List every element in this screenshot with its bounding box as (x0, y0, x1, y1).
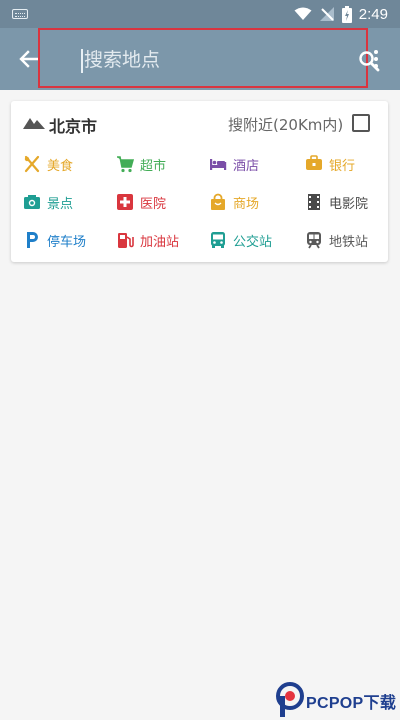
category-label: 电影院 (329, 196, 369, 212)
category-label: 公交站 (233, 234, 273, 250)
status-icons: 2:49 (294, 4, 388, 24)
battery-icon (341, 5, 352, 23)
status-time: 2:49 (358, 5, 388, 23)
category-supermarket[interactable]: 超市 (104, 145, 197, 183)
pcpop-logo-icon (276, 682, 304, 717)
more-vert-icon (374, 50, 378, 54)
cart-icon (117, 156, 134, 173)
category-gas-station[interactable]: 加油站 (104, 221, 197, 259)
film-icon (308, 194, 320, 210)
category-label: 银行 (329, 158, 356, 174)
category-label: 超市 (140, 158, 167, 174)
category-mall[interactable]: 商场 (197, 183, 293, 221)
overflow-menu-button[interactable] (366, 44, 386, 74)
bus-icon (211, 232, 225, 248)
card-header: 北京市 搜附近(20Km内) (11, 101, 388, 145)
category-hospital[interactable]: 医院 (104, 183, 197, 221)
category-label: 停车场 (47, 234, 87, 250)
search-input[interactable] (84, 45, 304, 75)
app-bar (0, 28, 400, 90)
camera-icon (24, 195, 40, 209)
arrow-left-icon (19, 50, 39, 68)
category-label: 商场 (233, 196, 260, 212)
category-attraction[interactable]: 景点 (11, 183, 104, 221)
shopping-bag-icon (211, 193, 225, 210)
hospital-icon (117, 194, 133, 210)
signal-icon (319, 7, 334, 21)
category-card: 北京市 搜附近(20Km内) 美食 超市 酒店 银行 景点 医院 商场 电影院 … (11, 101, 388, 262)
category-label: 地铁站 (329, 234, 369, 250)
watermark-text: PCPOP下载 (306, 695, 397, 712)
category-bank[interactable]: 银行 (293, 145, 388, 183)
category-grid: 美食 超市 酒店 银行 景点 医院 商场 电影院 停车场 加油站 公交站 地铁站 (11, 145, 388, 261)
keyboard-icon (12, 9, 28, 19)
nearby-search-label[interactable]: 搜附近(20Km内) (228, 114, 343, 135)
wifi-icon (294, 7, 312, 20)
fork-knife-icon (24, 155, 40, 173)
category-parking[interactable]: 停车场 (11, 221, 104, 259)
category-hotel[interactable]: 酒店 (197, 145, 293, 183)
search-box[interactable] (38, 28, 380, 88)
nearby-search-checkbox[interactable] (352, 114, 370, 132)
watermark: PCPOP下载 (276, 682, 400, 720)
bank-icon (306, 155, 322, 170)
category-food[interactable]: 美食 (11, 145, 104, 183)
parking-icon (27, 232, 38, 248)
category-label: 景点 (47, 196, 74, 212)
bed-icon (210, 159, 227, 170)
category-label: 酒店 (233, 158, 260, 174)
city-name[interactable]: 北京市 (49, 113, 97, 137)
subway-icon (307, 232, 321, 249)
category-cinema[interactable]: 电影院 (293, 183, 388, 221)
status-bar: 2:49 (0, 0, 400, 28)
category-label: 美食 (47, 158, 74, 174)
category-label: 医院 (140, 196, 167, 212)
category-subway[interactable]: 地铁站 (293, 221, 388, 259)
category-bus-stop[interactable]: 公交站 (197, 221, 293, 259)
gas-station-icon (118, 233, 134, 248)
category-label: 加油站 (140, 234, 180, 250)
text-cursor (81, 49, 83, 73)
mountain-icon (23, 118, 45, 129)
